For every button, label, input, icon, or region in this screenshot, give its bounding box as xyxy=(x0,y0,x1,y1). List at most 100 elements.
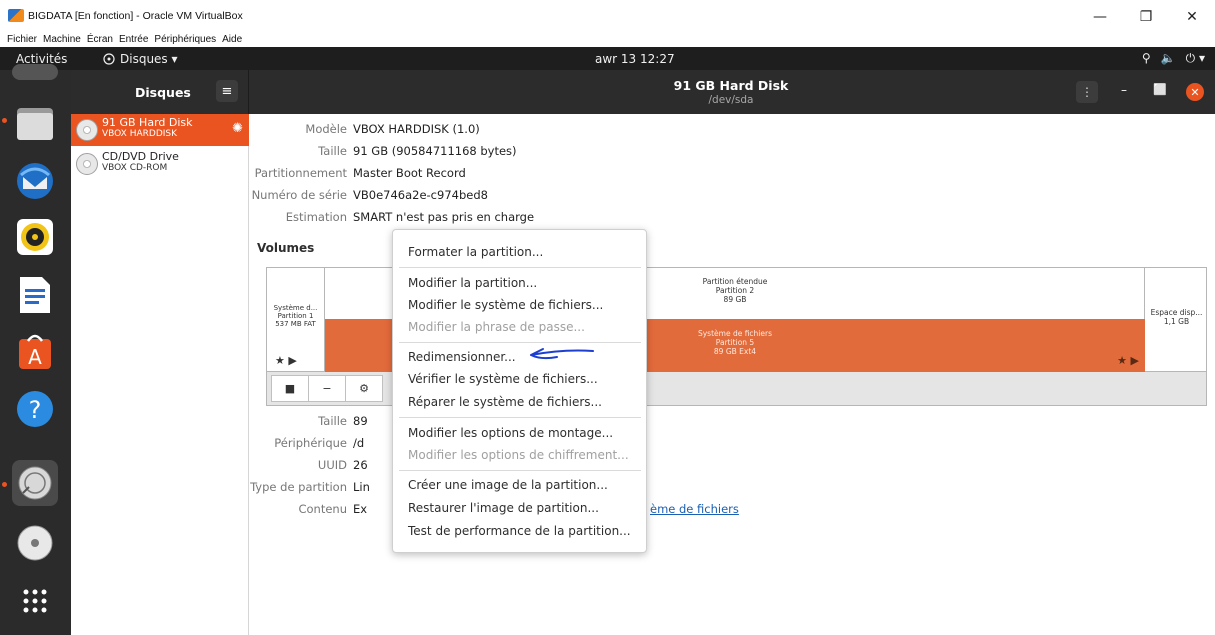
drive-name: CD/DVD Drive xyxy=(102,150,179,163)
running-indicator xyxy=(2,118,7,123)
menu-separator xyxy=(399,470,641,471)
libreoffice-writer-icon[interactable] xyxy=(12,272,58,318)
rhythmbox-icon[interactable] xyxy=(12,214,58,260)
drive-name: 91 GB Hard Disk xyxy=(102,116,193,129)
partition-info-row: Taille 89 xyxy=(249,414,367,432)
delete-partition-button[interactable]: − xyxy=(308,375,346,402)
disk-title: 91 GB Hard Disk xyxy=(673,78,789,93)
menu-aide[interactable]: Aide xyxy=(222,33,242,47)
close-button[interactable]: ✕ xyxy=(1169,0,1215,33)
info-value: Lin xyxy=(353,480,370,494)
software-center-icon[interactable]: A xyxy=(12,328,58,374)
drive-list: 91 GB Hard Disk VBOX HARDDISK ✺ CD/DVD D… xyxy=(71,114,249,635)
menu-separator xyxy=(399,417,641,418)
info-label: Partitionnement xyxy=(254,166,347,180)
menu-ecran[interactable]: Écran xyxy=(87,33,113,47)
drive-model: VBOX CD-ROM xyxy=(102,163,168,173)
disk-info-row: Taille 91 GB (90584711168 bytes) xyxy=(249,144,517,162)
info-value: /d xyxy=(353,436,365,450)
running-indicator xyxy=(2,482,7,487)
volume-free-space[interactable]: Espace disp... 1,1 GB xyxy=(1145,268,1208,373)
info-label: Type de partition xyxy=(250,480,347,494)
dock: A ? xyxy=(0,64,71,635)
info-label: Contenu xyxy=(298,502,347,516)
disk-title-block: 91 GB Hard Disk /dev/sda xyxy=(631,78,831,106)
optical-drive-icon[interactable] xyxy=(12,520,58,566)
partition-options-button[interactable]: ⚙ xyxy=(345,375,383,402)
partition-info-row: UUID 26 xyxy=(249,458,368,476)
window-title: BIGDATA [En fonction] - Oracle VM Virtua… xyxy=(28,10,243,22)
menu-item-format[interactable]: Formater la partition... xyxy=(408,242,543,262)
network-icon: ⚲ xyxy=(1141,51,1151,65)
menu-item-repair-filesystem[interactable]: Réparer le système de fichiers... xyxy=(408,392,602,412)
thunderbird-icon[interactable] xyxy=(12,158,58,204)
star-play-icon: ★ ▶ xyxy=(1117,354,1139,367)
virtualbox-titlebar: BIGDATA [En fonction] - Oracle VM Virtua… xyxy=(0,0,1215,33)
drive-item-hard-disk[interactable]: 91 GB Hard Disk VBOX HARDDISK ✺ xyxy=(71,114,249,146)
partial-app-icon[interactable] xyxy=(12,64,58,80)
hard-disk-icon xyxy=(76,119,98,141)
menu-entree[interactable]: Entrée xyxy=(119,33,148,47)
menu-item-check-filesystem[interactable]: Vérifier le système de fichiers... xyxy=(408,369,598,389)
volume-icon: 🔈 xyxy=(1160,51,1176,65)
info-label: Taille xyxy=(318,144,347,158)
info-label: Taille xyxy=(318,414,347,428)
disk-device-path: /dev/sda xyxy=(708,94,754,106)
unmount-button[interactable]: ■ xyxy=(271,375,309,402)
menu-item-resize[interactable]: Redimensionner... xyxy=(408,347,516,367)
menu-item-edit-filesystem[interactable]: Modifier le système de fichiers... xyxy=(408,295,603,315)
menu-fichier[interactable]: Fichier xyxy=(7,33,37,47)
system-tray[interactable]: ⚲ 🔈 ⏻ ▾ xyxy=(1142,51,1205,66)
partition-label: Système d... xyxy=(273,304,318,312)
window-minimize-button[interactable]: – xyxy=(1121,83,1127,97)
info-value: 26 xyxy=(353,458,368,472)
minimize-button[interactable]: — xyxy=(1077,0,1123,33)
window-close-button[interactable]: ✕ xyxy=(1186,83,1204,101)
drive-item-cd-dvd[interactable]: CD/DVD Drive VBOX CD-ROM xyxy=(71,148,249,180)
app-menu[interactable]: Disques ▾ xyxy=(103,52,178,66)
info-value: VB0e746a2e-c974bed8 xyxy=(353,188,488,202)
menu-item-benchmark[interactable]: Test de performance de la partition... xyxy=(408,521,631,541)
ubuntu-topbar: Activités Disques ▾ awr 13 12:27 ⚲ 🔈 ⏻ ▾ xyxy=(0,47,1215,70)
free-space-label: Espace disp... xyxy=(1150,308,1203,317)
clock[interactable]: awr 13 12:27 xyxy=(595,52,675,66)
info-label: Estimation xyxy=(285,210,347,224)
menu-separator xyxy=(399,342,641,343)
disk-info-row: Numéro de série VB0e746a2e-c974bed8 xyxy=(249,188,488,206)
show-applications-icon[interactable] xyxy=(12,578,58,624)
star-play-icon: ★ ▶ xyxy=(275,354,297,367)
app-menu-label: Disques ▾ xyxy=(120,52,178,66)
info-value: 91 GB (90584711168 bytes) xyxy=(353,144,517,158)
menu-machine[interactable]: Machine xyxy=(43,33,81,47)
menu-separator xyxy=(399,267,641,268)
help-icon[interactable]: ? xyxy=(12,386,58,432)
svg-text:A: A xyxy=(28,345,42,369)
menu-item-restore-image[interactable]: Restaurer l'image de partition... xyxy=(408,498,599,518)
disks-icon xyxy=(103,53,115,65)
window-maximize-button[interactable]: ⬜ xyxy=(1153,83,1167,96)
info-label: Modèle xyxy=(305,122,347,136)
partition-info-row: Contenu Ex xyxy=(249,502,367,520)
menu-item-encryption-options: Modifier les options de chiffrement... xyxy=(408,448,629,462)
menu-item-edit-partition[interactable]: Modifier la partition... xyxy=(408,273,537,293)
files-icon[interactable] xyxy=(12,100,58,146)
disks-app-icon[interactable] xyxy=(12,460,58,506)
info-label: Périphérique xyxy=(274,436,347,450)
maximize-button[interactable]: ❐ xyxy=(1123,0,1169,33)
content-link[interactable]: ème de fichiers xyxy=(650,502,739,516)
menu-item-change-passphrase: Modifier la phrase de passe... xyxy=(408,320,585,334)
disk-info-row: Partitionnement Master Boot Record xyxy=(249,166,466,184)
app-title: Disques xyxy=(135,85,191,100)
menu-peripheriques[interactable]: Périphériques xyxy=(154,33,216,47)
handwritten-arrow-annotation xyxy=(530,348,594,360)
drive-options-button[interactable]: ⋮ xyxy=(1076,81,1098,103)
free-space-size: 1,1 GB xyxy=(1163,317,1190,326)
volume-partition-1[interactable]: Système d... Partition 1 537 MB FAT ★ ▶ xyxy=(267,268,325,373)
menu-item-create-image[interactable]: Créer une image de la partition... xyxy=(408,475,608,495)
app-menu-button[interactable]: ≡ xyxy=(216,80,238,102)
sidebar-header: Disques ≡ xyxy=(71,70,249,114)
app-headerbar: Disques ≡ 91 GB Hard Disk /dev/sda ⋮ – ⬜… xyxy=(71,70,1215,114)
virtualbox-menubar: Fichier Machine Écran Entrée Périphériqu… xyxy=(0,33,1215,47)
info-value: Ex xyxy=(353,502,368,516)
menu-item-mount-options[interactable]: Modifier les options de montage... xyxy=(408,423,613,443)
